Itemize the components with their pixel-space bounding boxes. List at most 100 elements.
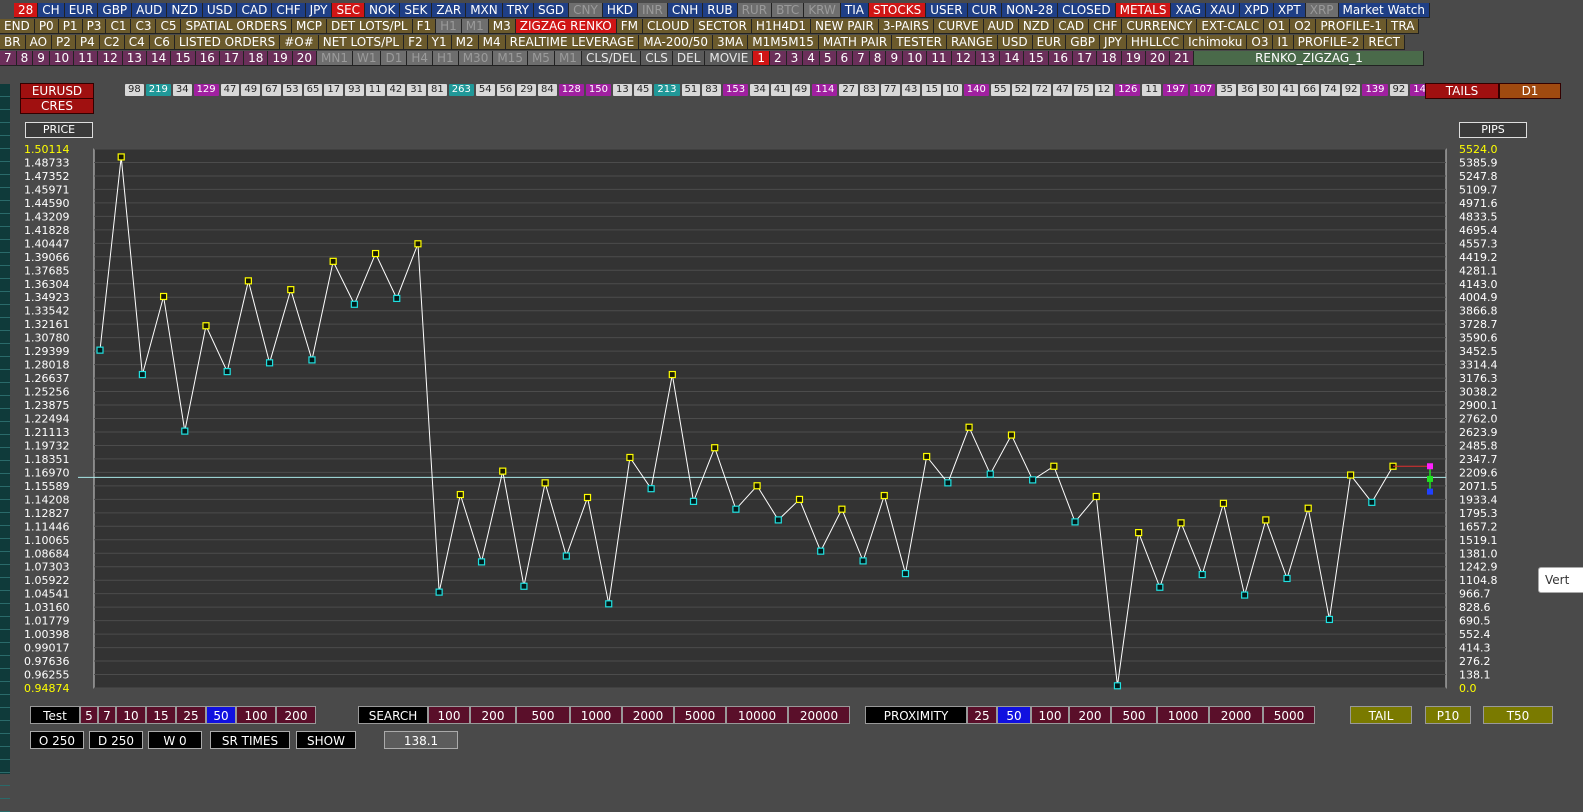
zigzag-point bbox=[562, 552, 570, 560]
zigzag-point bbox=[605, 600, 613, 608]
pips-tick-label: 3314.4 bbox=[1459, 359, 1498, 372]
pips-tick-label: 4004.9 bbox=[1459, 291, 1498, 304]
pips-tick-label: 3038.2 bbox=[1459, 386, 1498, 399]
price-tick-label: 1.36304 bbox=[24, 278, 70, 291]
tail-button[interactable]: TAIL bbox=[1350, 706, 1412, 724]
zigzag-point bbox=[1177, 519, 1185, 527]
price-tick-label: 1.18351 bbox=[24, 453, 70, 466]
zigzag-point bbox=[1219, 499, 1228, 507]
p10-button[interactable]: P10 bbox=[1425, 706, 1471, 724]
pips-tick-label: 4419.2 bbox=[1459, 251, 1498, 264]
test-option-200[interactable]: 200 bbox=[276, 706, 316, 724]
proximity-option-2000[interactable]: 2000 bbox=[1209, 706, 1263, 724]
proximity-option-100[interactable]: 100 bbox=[1031, 706, 1069, 724]
pips-tick-label: 1519.1 bbox=[1459, 534, 1498, 547]
search-option-2000[interactable]: 2000 bbox=[622, 706, 674, 724]
pips-tick-label: 552.4 bbox=[1459, 628, 1491, 641]
price-tick-label: 1.47352 bbox=[24, 170, 70, 183]
zigzag-point bbox=[817, 547, 825, 555]
zigzag-point bbox=[202, 322, 210, 330]
proximity-label[interactable]: PROXIMITY bbox=[865, 706, 967, 724]
pips-tick-label: 4557.3 bbox=[1459, 237, 1498, 250]
test-option-100[interactable]: 100 bbox=[236, 706, 276, 724]
zigzag-point bbox=[1135, 529, 1143, 537]
pips-tick-label: 2071.5 bbox=[1459, 480, 1498, 493]
zigzag-point bbox=[1198, 570, 1206, 579]
test-option-7[interactable]: 7 bbox=[98, 706, 116, 724]
zigzag-point bbox=[880, 491, 888, 500]
zigzag-point bbox=[456, 490, 464, 499]
price-tick-label: 1.19732 bbox=[24, 439, 70, 452]
zigzag-point bbox=[1092, 492, 1100, 501]
pips-tick-label: 2900.1 bbox=[1459, 399, 1498, 412]
zigzag-point bbox=[1050, 462, 1058, 470]
zigzag-point bbox=[520, 582, 528, 590]
test-option-5[interactable]: 5 bbox=[80, 706, 98, 724]
zigzag-point bbox=[1156, 583, 1164, 591]
search-option-200[interactable]: 200 bbox=[470, 706, 516, 724]
zigzag-point bbox=[223, 368, 231, 376]
left-strip-segment bbox=[0, 708, 10, 721]
zigzag-point bbox=[1325, 615, 1334, 624]
zigzag-point bbox=[647, 485, 655, 493]
zigzag-point bbox=[541, 479, 549, 487]
proximity-option-25[interactable]: 25 bbox=[967, 706, 997, 724]
search-option-100[interactable]: 100 bbox=[428, 706, 470, 724]
price-tick-label: 0.99017 bbox=[24, 642, 70, 655]
zigzag-point bbox=[308, 356, 316, 364]
price-tick-label: 1.22494 bbox=[24, 413, 70, 426]
pips-tick-label: 2623.9 bbox=[1459, 426, 1498, 439]
search-option-1000[interactable]: 1000 bbox=[570, 706, 622, 724]
pips-tick-label: 2209.6 bbox=[1459, 466, 1498, 479]
proximity-option-50[interactable]: 50 bbox=[997, 706, 1031, 724]
t50-button[interactable]: T50 bbox=[1483, 706, 1553, 724]
price-tick-label: 1.48733 bbox=[24, 156, 70, 169]
zigzag-point bbox=[689, 497, 698, 505]
left-strip-segment bbox=[0, 747, 10, 760]
zigzag-point bbox=[1241, 591, 1249, 599]
test-option-15[interactable]: 15 bbox=[146, 706, 176, 724]
zigzag-point bbox=[1262, 516, 1270, 524]
pips-tick-label: 690.5 bbox=[1459, 615, 1491, 628]
proximity-option-5000[interactable]: 5000 bbox=[1263, 706, 1315, 724]
proximity-option-200[interactable]: 200 bbox=[1069, 706, 1111, 724]
price-tick-label: 1.16970 bbox=[24, 466, 70, 479]
value-box[interactable]: 138.1 bbox=[384, 731, 458, 749]
pips-tick-label: 1657.2 bbox=[1459, 520, 1498, 533]
sr-times-button[interactable]: SR TIMES bbox=[210, 731, 290, 749]
price-tick-label: 1.12827 bbox=[24, 507, 70, 520]
search-label[interactable]: SEARCH bbox=[358, 706, 428, 724]
price-tick-label: 1.21113 bbox=[24, 426, 70, 439]
search-option-20000[interactable]: 20000 bbox=[788, 706, 850, 724]
price-tick-label: 1.37685 bbox=[24, 264, 70, 277]
test-option-25[interactable]: 25 bbox=[176, 706, 206, 724]
price-tick-label: 1.14208 bbox=[24, 493, 70, 506]
proximity-option-500[interactable]: 500 bbox=[1111, 706, 1157, 724]
zigzag-point bbox=[1007, 431, 1016, 439]
d250-button[interactable]: D 250 bbox=[89, 731, 143, 749]
test-label[interactable]: Test bbox=[30, 706, 80, 724]
zigzag-point bbox=[350, 300, 358, 308]
zigzag-point bbox=[1071, 518, 1079, 526]
o250-button[interactable]: O 250 bbox=[30, 731, 84, 749]
search-option-500[interactable]: 500 bbox=[516, 706, 570, 724]
proximity-option-1000[interactable]: 1000 bbox=[1157, 706, 1209, 724]
pips-tick-label: 828.6 bbox=[1459, 601, 1491, 614]
zigzag-point bbox=[626, 453, 634, 462]
show-button[interactable]: SHOW bbox=[296, 731, 356, 749]
zigzag-point bbox=[435, 588, 443, 596]
pips-tick-label: 138.1 bbox=[1459, 669, 1491, 682]
zigzag-point bbox=[944, 479, 952, 487]
search-option-10000[interactable]: 10000 bbox=[726, 706, 788, 724]
pips-tick-label: 1381.0 bbox=[1459, 547, 1498, 560]
price-tick-label: 1.26637 bbox=[24, 372, 70, 385]
test-option-10[interactable]: 10 bbox=[116, 706, 146, 724]
test-bar: Test 5 7 10 15 25 50 100 200 bbox=[30, 706, 316, 726]
w0-button[interactable]: W 0 bbox=[148, 731, 202, 749]
test-option-50[interactable]: 50 bbox=[206, 706, 236, 724]
pips-tick-label: 5385.9 bbox=[1459, 156, 1498, 169]
zigzag-point bbox=[159, 292, 168, 301]
search-option-5000[interactable]: 5000 bbox=[674, 706, 726, 724]
price-tick-label: 0.94874 bbox=[24, 682, 70, 695]
vert-tooltip: Vert bbox=[1538, 567, 1583, 593]
